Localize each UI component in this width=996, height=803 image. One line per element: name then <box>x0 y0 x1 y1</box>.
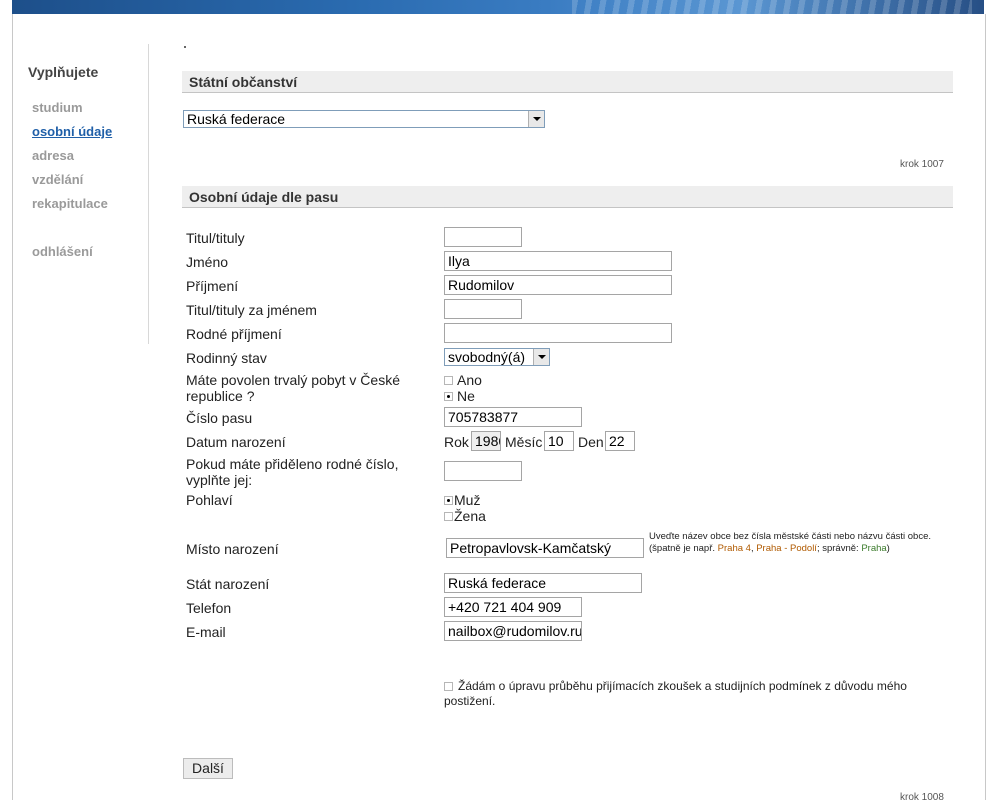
hint-good-prefix: ; správně: <box>816 543 862 554</box>
title-before-label: Titul/tituly <box>186 230 245 246</box>
sidebar-title: Vyplňujete <box>28 64 99 80</box>
radio-checked-icon[interactable] <box>444 495 453 505</box>
gender-female-label: Žena <box>454 508 486 524</box>
gender-male-label: Muž <box>454 492 481 508</box>
gender-option-female[interactable]: Žena <box>444 508 486 524</box>
passport-number-input[interactable]: 705783877 <box>444 407 582 427</box>
hint-close: ) <box>886 543 890 554</box>
sidebar-divider <box>148 44 149 344</box>
birth-date-label: Datum narození <box>186 434 286 450</box>
email-input[interactable]: nailbox@rudomilov.ru <box>444 621 582 641</box>
passport-number-label: Číslo pasu <box>186 410 253 426</box>
first-name-input[interactable]: Ilya <box>444 251 672 271</box>
passport-heading: Osobní údaje dle pasu <box>182 186 953 208</box>
radio-icon[interactable] <box>444 511 453 521</box>
citizenship-select-value: Ruská federace <box>187 111 286 127</box>
radio-icon[interactable] <box>444 375 453 385</box>
top-banner <box>12 0 984 14</box>
sidebar-item-personal-data[interactable]: osobní údaje <box>32 124 146 148</box>
disability-checkbox-row[interactable]: Žádám o úpravu průběhu přijímacích zkouš… <box>444 679 954 709</box>
title-before-input[interactable] <box>444 227 522 247</box>
residence-label: Máte povolen trvalý pobyt v České republ… <box>186 372 400 404</box>
birth-number-input[interactable] <box>444 461 522 481</box>
residence-option-yes[interactable]: Ano <box>444 372 482 388</box>
birth-surname-label: Rodné příjmení <box>186 326 282 342</box>
birth-country-label: Stát narození <box>186 576 270 592</box>
decorative-dot <box>184 46 186 48</box>
sidebar-item-summary[interactable]: rekapitulace <box>32 196 146 220</box>
birth-place-input[interactable]: Petropavlovsk-Kamčatský <box>446 538 644 558</box>
sidebar-item-logout[interactable]: odhlášení <box>32 244 146 268</box>
title-after-label: Titul/tituly za jménem <box>186 302 317 318</box>
checkbox-icon[interactable] <box>444 682 453 691</box>
hint-good-example: Praha <box>861 543 887 554</box>
marital-status-select[interactable]: svobodný(á) <box>444 348 550 366</box>
birth-month-input[interactable]: 10 <box>544 431 574 451</box>
hint-bad-example-2: Praha - Podolí <box>756 543 817 554</box>
banner-decoration <box>572 0 972 14</box>
phone-label: Telefon <box>186 600 232 616</box>
birth-surname-input[interactable] <box>444 323 672 343</box>
birth-number-label: Pokud máte přiděleno rodné číslo, vyplňt… <box>186 456 399 488</box>
next-button[interactable]: Další <box>183 758 233 779</box>
gender-label: Pohlaví <box>186 492 233 508</box>
dropdown-arrow-icon[interactable] <box>528 111 544 127</box>
hint-bad-prefix: (špatně je např. <box>649 543 718 554</box>
sidebar-item-education[interactable]: vzdělání <box>32 172 146 196</box>
phone-input[interactable]: +420 721 404 909 <box>444 597 582 617</box>
birth-place-hint: Uveďte název obce bez čísla městské část… <box>649 531 949 555</box>
first-name-label: Jméno <box>186 254 229 270</box>
residence-yes-label: Ano <box>457 372 482 388</box>
sidebar: Vyplňujete studium osobní údaje adresa v… <box>28 64 146 268</box>
birth-day-label: Den <box>578 434 604 450</box>
sidebar-item-address[interactable]: adresa <box>32 148 146 172</box>
surname-label: Příjmení <box>186 278 239 294</box>
step-label-1008: krok 1008 <box>900 792 944 803</box>
hint-line: Uveďte název obce bez čísla městské část… <box>649 531 932 542</box>
step-label-1007: krok 1007 <box>900 159 944 170</box>
disability-checkbox-label: Žádám o úpravu průběhu přijímacích zkouš… <box>444 679 907 708</box>
surname-input[interactable]: Rudomilov <box>444 275 672 295</box>
sidebar-item-studium[interactable]: studium <box>32 100 146 124</box>
email-label: E-mail <box>186 624 226 640</box>
birth-country-input[interactable]: Ruská federace <box>444 573 642 593</box>
hint-bad-example-1: Praha 4 <box>717 543 751 554</box>
marital-status-label: Rodinný stav <box>186 350 267 366</box>
gender-option-male[interactable]: Muž <box>444 492 480 508</box>
birth-place-label: Místo narození <box>186 541 279 557</box>
title-after-input[interactable] <box>444 299 522 319</box>
citizenship-select[interactable]: Ruská federace <box>183 110 545 128</box>
citizenship-heading: Státní občanství <box>182 71 953 93</box>
marital-status-value: svobodný(á) <box>448 349 526 365</box>
birth-year-label: Rok <box>444 434 469 450</box>
radio-checked-icon[interactable] <box>444 391 453 401</box>
birth-year-input[interactable]: 1986 <box>471 431 501 451</box>
residence-no-label: Ne <box>457 388 475 404</box>
birth-day-input[interactable]: 22 <box>605 431 635 451</box>
birth-month-label: Měsíc <box>505 434 543 450</box>
residence-option-no[interactable]: Ne <box>444 388 475 404</box>
dropdown-arrow-icon[interactable] <box>533 349 549 365</box>
